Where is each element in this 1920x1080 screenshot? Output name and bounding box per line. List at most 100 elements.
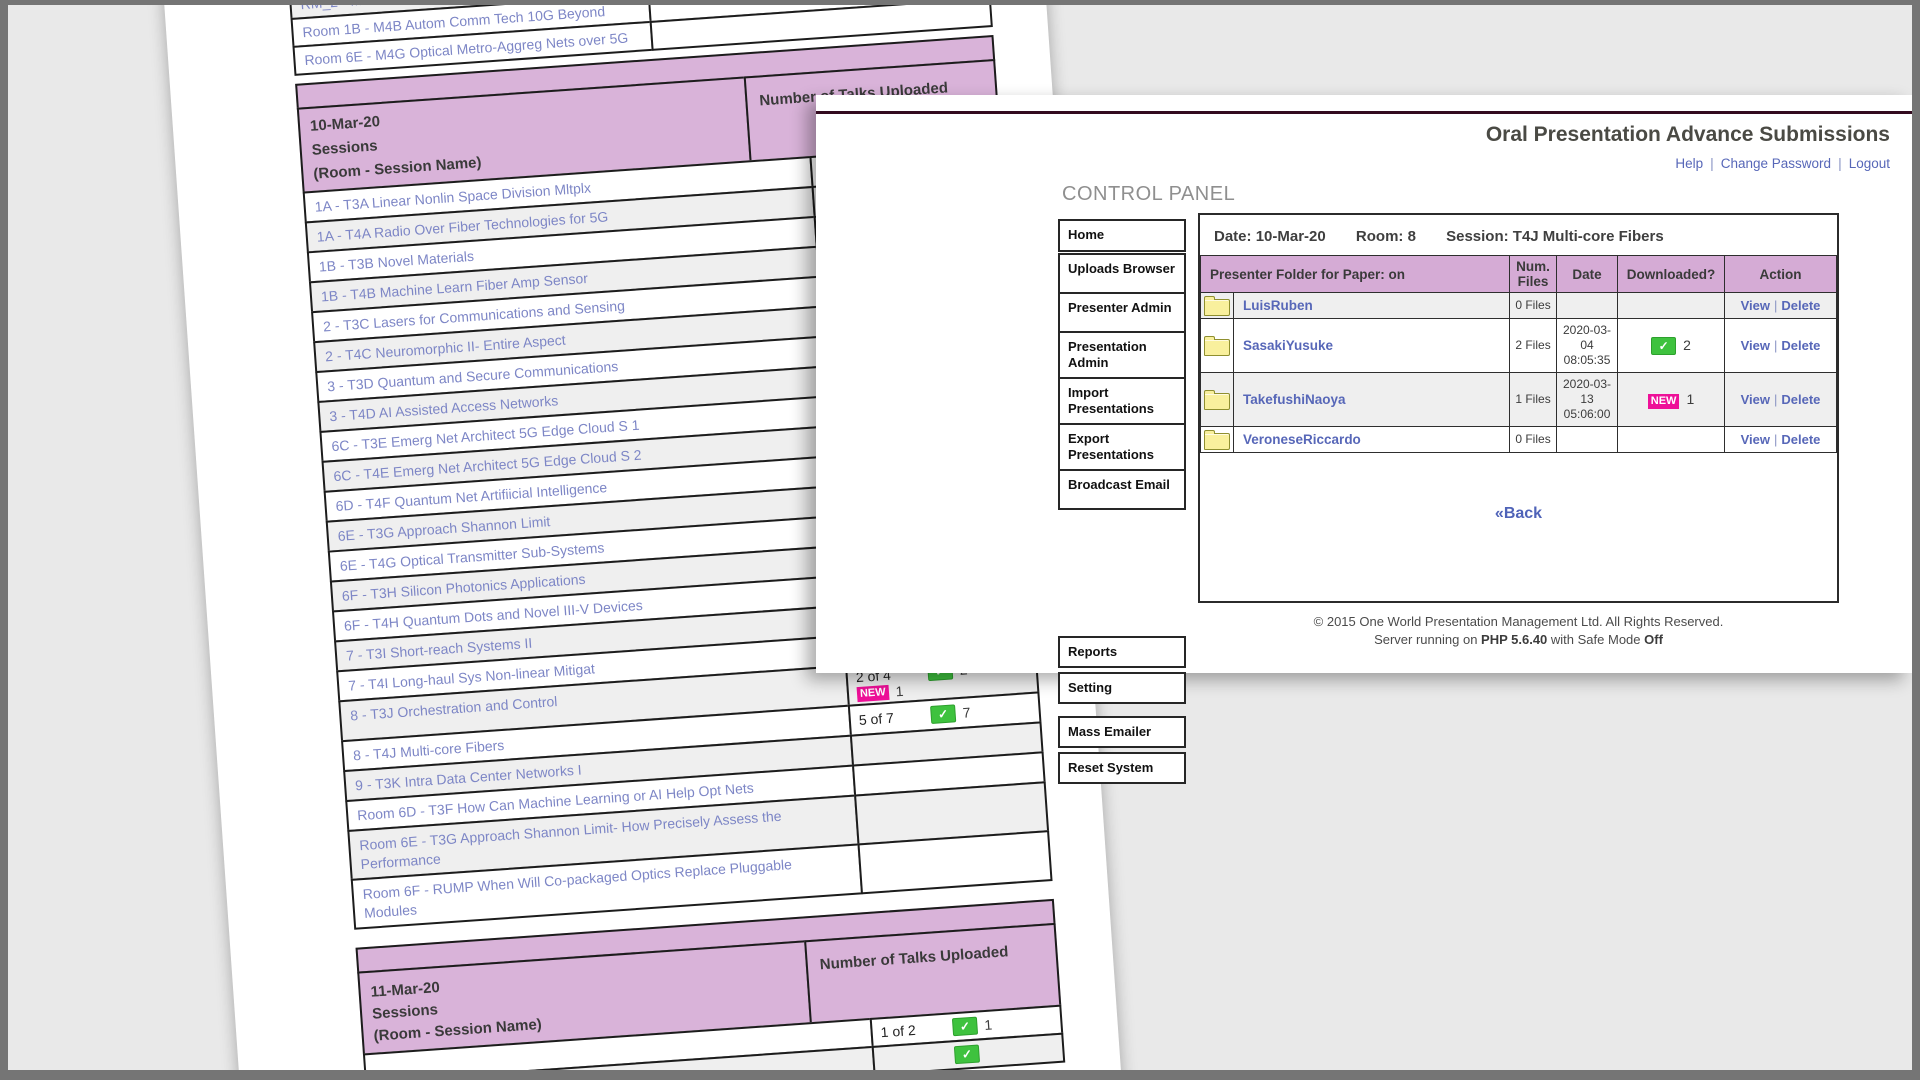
presenter-link[interactable]: LuisRuben bbox=[1243, 298, 1313, 313]
downloaded-cell bbox=[1618, 427, 1725, 453]
header-downloaded: Downloaded? bbox=[1618, 256, 1725, 293]
check-badge: ✓ bbox=[952, 1017, 978, 1037]
folder-icon[interactable] bbox=[1204, 433, 1230, 450]
presenter-name-cell: SasakiYusuke bbox=[1234, 319, 1510, 373]
view-link[interactable]: View bbox=[1741, 298, 1770, 313]
session-name: Session: T4J Multi-core Fibers bbox=[1446, 228, 1664, 245]
presenters-table: Presenter Folder for Paper: on Num. File… bbox=[1200, 255, 1837, 453]
presenter-row: VeroneseRiccardo 0 Files View | Delete bbox=[1201, 427, 1837, 453]
upload-date-cell: 2020-03-13 05:06:00 bbox=[1557, 373, 1618, 427]
action-cell: View|Delete bbox=[1725, 373, 1837, 427]
uploaded-fraction bbox=[883, 1055, 955, 1060]
back-link-wrap: «Back bbox=[1200, 505, 1837, 523]
folder-cell bbox=[1201, 293, 1234, 319]
logout-link[interactable]: Logout bbox=[1849, 156, 1890, 171]
check-badge: ✓ bbox=[1651, 337, 1676, 355]
delete-link[interactable]: Delete bbox=[1781, 338, 1820, 353]
presenter-name-cell: VeroneseRiccardo bbox=[1234, 427, 1510, 453]
help-link[interactable]: Help bbox=[1675, 156, 1703, 171]
presenter-row: SasakiYusuke2 Files2020-03-04 08:05:35✓2… bbox=[1201, 319, 1837, 373]
presenter-link[interactable]: SasakiYusuke bbox=[1243, 338, 1333, 353]
view-link[interactable]: View bbox=[1741, 338, 1770, 353]
presenter-link[interactable]: VeroneseRiccardo bbox=[1243, 432, 1361, 447]
downloaded-cell: ✓2 bbox=[1618, 319, 1725, 373]
num-files-cell: 0 Files bbox=[1510, 427, 1557, 453]
action-cell: View | Delete bbox=[1725, 293, 1837, 319]
copyright-line: © 2015 One World Presentation Management… bbox=[1198, 613, 1839, 631]
menu-presentation-admin-button[interactable]: Presentation Admin bbox=[1058, 331, 1186, 379]
server-line: Server running on PHP 5.6.40 with Safe M… bbox=[1198, 631, 1839, 649]
uploaded-fraction: 1 of 2 bbox=[880, 1019, 953, 1040]
upload-date-cell bbox=[1557, 293, 1618, 319]
session-link[interactable]: 8 - T3J Orchestration and Control bbox=[350, 693, 558, 723]
action-separator: | bbox=[1774, 338, 1777, 353]
new-badge: NEW bbox=[857, 684, 890, 701]
download-count: 2 bbox=[1683, 337, 1691, 353]
view-link[interactable]: View bbox=[1741, 392, 1770, 407]
action-separator: | bbox=[1774, 432, 1777, 447]
menu-reports-button[interactable]: Reports bbox=[1058, 636, 1186, 668]
num-files-cell: 0 Files bbox=[1510, 293, 1557, 319]
panel-top-divider bbox=[816, 111, 1912, 114]
header-num-files: Num. Files bbox=[1510, 256, 1557, 293]
session-room: Room: 8 bbox=[1356, 228, 1416, 245]
session-info-line: Date: 10-Mar-20 Room: 8 Session: T4J Mul… bbox=[1214, 228, 1837, 245]
folder-cell bbox=[1201, 319, 1234, 373]
upload-date-cell: 2020-03-04 08:05:35 bbox=[1557, 319, 1618, 373]
submissions-box: Date: 10-Mar-20 Room: 8 Session: T4J Mul… bbox=[1198, 213, 1839, 603]
control-panel-heading: CONTROL PANEL bbox=[1062, 183, 1235, 206]
folder-icon[interactable] bbox=[1204, 299, 1230, 316]
num-files-cell: 1 Files bbox=[1510, 373, 1557, 427]
new-count: 1 bbox=[895, 683, 904, 700]
menu-import-presentations-button[interactable]: Import Presentations bbox=[1058, 377, 1186, 425]
folder-cell bbox=[1201, 373, 1234, 427]
header-action: Action bbox=[1725, 256, 1837, 293]
nav-separator: | bbox=[1838, 155, 1842, 171]
check-count: 7 bbox=[962, 704, 971, 721]
presenters-table-header-row: Presenter Folder for Paper: on Num. File… bbox=[1201, 256, 1837, 293]
download-count: 1 bbox=[1686, 391, 1694, 407]
header-presenter-folder: Presenter Folder for Paper: on bbox=[1201, 256, 1510, 293]
presenter-name-cell: LuisRuben bbox=[1234, 293, 1510, 319]
folder-icon[interactable] bbox=[1204, 339, 1230, 356]
downloaded-cell: NEW 1 bbox=[1618, 373, 1725, 427]
menu-uploads-browser-button[interactable]: Uploads Browser bbox=[1058, 253, 1186, 294]
check-count: 1 bbox=[984, 1017, 993, 1034]
action-separator: | bbox=[1774, 298, 1777, 313]
uploaded-fraction: 5 of 7 bbox=[858, 707, 931, 728]
menu-home-button[interactable]: Home bbox=[1058, 219, 1186, 252]
downloaded-cell bbox=[1618, 293, 1725, 319]
presenter-name-cell: TakefushiNaoya bbox=[1234, 373, 1510, 427]
menu-reset-system-button[interactable]: Reset System bbox=[1058, 752, 1186, 784]
action-cell: View | Delete bbox=[1725, 319, 1837, 373]
presenter-row: LuisRuben 0 Files View | Delete bbox=[1201, 293, 1837, 319]
panel-footer: © 2015 One World Presentation Management… bbox=[1198, 613, 1839, 649]
header-date: Date bbox=[1557, 256, 1618, 293]
menu-broadcast-email-button[interactable]: Broadcast Email bbox=[1058, 469, 1186, 510]
upload-date-cell bbox=[1557, 427, 1618, 453]
screenshot-frame: RM_2 - M3C Time to Shift theRoom 1B - M4… bbox=[0, 0, 1920, 1080]
folder-cell bbox=[1201, 427, 1234, 453]
view-link[interactable]: View bbox=[1741, 432, 1770, 447]
delete-link[interactable]: Delete bbox=[1781, 392, 1820, 407]
menu-presenter-admin-button[interactable]: Presenter Admin bbox=[1058, 292, 1186, 333]
check-badge: ✓ bbox=[954, 1044, 980, 1064]
change-password-link[interactable]: Change Password bbox=[1721, 156, 1831, 171]
uploaded-count-line: ✓ bbox=[882, 1039, 1063, 1070]
menu-export-presentations-button[interactable]: Export Presentations bbox=[1058, 423, 1186, 471]
presenter-link[interactable]: TakefushiNaoya bbox=[1243, 392, 1346, 407]
menu-button-group: Uploads BrowserPresenter AdminPresentati… bbox=[1058, 255, 1186, 510]
delete-link[interactable]: Delete bbox=[1781, 298, 1820, 313]
menu-mass-emailer-button[interactable]: Mass Emailer bbox=[1058, 716, 1186, 748]
back-link[interactable]: «Back bbox=[1495, 505, 1542, 522]
folder-icon[interactable] bbox=[1204, 393, 1230, 410]
presenter-row: TakefushiNaoya 1 Files2020-03-13 05:06:00… bbox=[1201, 373, 1837, 427]
new-badge: NEW bbox=[1648, 394, 1680, 409]
delete-link[interactable]: Delete bbox=[1781, 432, 1820, 447]
session-date: Date: 10-Mar-20 bbox=[1214, 228, 1326, 245]
overlay-panel: Oral Presentation Advance Submissions He… bbox=[816, 95, 1912, 673]
top-nav-links: Help | Change Password | Logout bbox=[1675, 155, 1890, 171]
menu-setting-button[interactable]: Setting bbox=[1058, 672, 1186, 704]
nav-separator: | bbox=[1710, 155, 1714, 171]
action-cell: View | Delete bbox=[1725, 427, 1837, 453]
